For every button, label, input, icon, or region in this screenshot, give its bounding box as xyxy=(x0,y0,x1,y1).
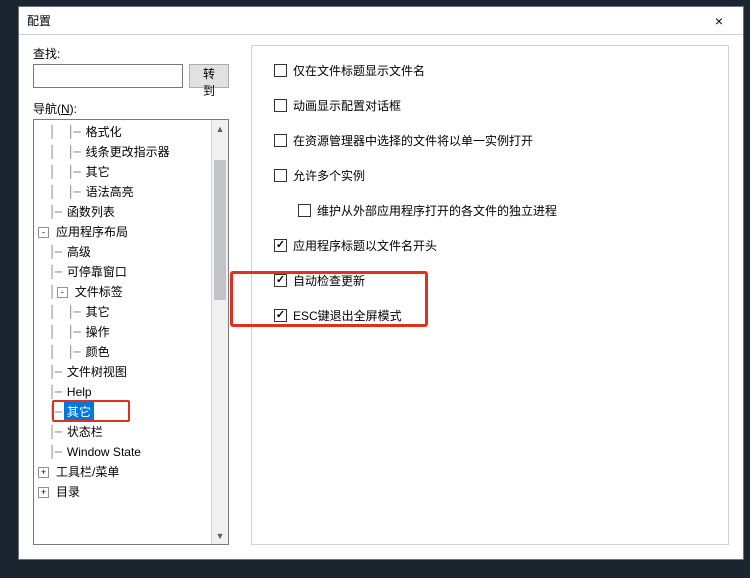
scrollbar[interactable]: ▲ ▼ xyxy=(211,120,228,544)
option-label: 在资源管理器中选择的文件将以单一实例打开 xyxy=(293,132,533,149)
tree-item-label: 高级 xyxy=(64,242,94,262)
tree-item-label: Help xyxy=(64,382,95,402)
dialog-body: 查找: 转到 导航(N): │ │─格式化 │ │─线条更改指示器 │ │─其它… xyxy=(19,35,743,559)
tree-item-label: 函数列表 xyxy=(64,202,118,222)
option-row: ESC键退出全屏模式 xyxy=(274,307,706,324)
option-row: 动画显示配置对话框 xyxy=(274,97,706,114)
tree-item[interactable]: + 目录 xyxy=(34,482,211,502)
tree-view: │ │─格式化 │ │─线条更改指示器 │ │─其它 │ │─语法高亮 │─函数… xyxy=(33,119,229,545)
tree-item-label: 目录 xyxy=(53,482,83,502)
tree-item[interactable]: │-文件标签 xyxy=(34,282,211,302)
tree-item-label: 格式化 xyxy=(83,122,125,142)
tree-item[interactable]: │─Window State xyxy=(34,442,211,462)
option-label: 维护从外部应用程序打开的各文件的独立进程 xyxy=(317,202,557,219)
checkbox[interactable] xyxy=(274,309,287,322)
titlebar: 配置 × xyxy=(19,7,743,35)
scroll-up-icon[interactable]: ▲ xyxy=(212,120,228,137)
tree-item[interactable]: │ │─格式化 xyxy=(34,122,211,142)
tree-item[interactable]: │ │─其它 xyxy=(34,302,211,322)
tree-item-label: 文件树视图 xyxy=(64,362,130,382)
search-input[interactable] xyxy=(33,64,183,88)
option-row: 允许多个实例 xyxy=(274,167,706,184)
checkbox[interactable] xyxy=(274,239,287,252)
goto-button[interactable]: 转到 xyxy=(189,64,229,88)
checkbox[interactable] xyxy=(274,99,287,112)
tree-item-label: Window State xyxy=(64,442,144,462)
tree-item[interactable]: │─可停靠窗口 xyxy=(34,262,211,282)
find-row: 查找: 转到 xyxy=(33,45,229,88)
tree-item[interactable]: │─Help xyxy=(34,382,211,402)
left-panel: 查找: 转到 导航(N): │ │─格式化 │ │─线条更改指示器 │ │─其它… xyxy=(33,45,229,545)
tree-item[interactable]: │─高级 xyxy=(34,242,211,262)
tree-item[interactable]: + 工具栏/菜单 xyxy=(34,462,211,482)
tree-item[interactable]: │ │─其它 xyxy=(34,162,211,182)
option-label: 允许多个实例 xyxy=(293,167,365,184)
tree-item-label: 文件标签 xyxy=(72,282,126,302)
option-row: 仅在文件标题显示文件名 xyxy=(274,62,706,79)
collapse-icon[interactable]: - xyxy=(38,227,49,238)
tree-item-label: 状态栏 xyxy=(64,422,106,442)
tree-item-label: 其它 xyxy=(83,302,113,322)
scroll-thumb[interactable] xyxy=(214,160,226,300)
tree-item-label: 颜色 xyxy=(83,342,113,362)
tree-item-label: 应用程序布局 xyxy=(53,222,131,242)
tree-item-label: 语法高亮 xyxy=(83,182,137,202)
expand-icon[interactable]: + xyxy=(38,487,49,498)
tree-item[interactable]: -应用程序布局 xyxy=(34,222,211,242)
option-label: ESC键退出全屏模式 xyxy=(293,307,402,324)
checkbox[interactable] xyxy=(274,64,287,77)
option-label: 仅在文件标题显示文件名 xyxy=(293,62,425,79)
close-icon[interactable]: × xyxy=(703,9,735,33)
tree-item-label: 其它 xyxy=(83,162,113,182)
checkbox[interactable] xyxy=(274,274,287,287)
option-label: 动画显示配置对话框 xyxy=(293,97,401,114)
find-label: 查找: xyxy=(33,45,183,62)
tree-item-label: 其它 xyxy=(64,402,94,422)
collapse-icon[interactable]: - xyxy=(57,287,68,298)
tree-item-label: 操作 xyxy=(83,322,113,342)
expand-icon[interactable]: + xyxy=(38,467,49,478)
tree-item[interactable]: │ │─操作 xyxy=(34,322,211,342)
options-panel: 仅在文件标题显示文件名动画显示配置对话框在资源管理器中选择的文件将以单一实例打开… xyxy=(251,45,729,545)
tree-item[interactable]: │ │─线条更改指示器 xyxy=(34,142,211,162)
config-dialog: 配置 × 查找: 转到 导航(N): │ │─格式化 │ │─线条更改指示器 │… xyxy=(18,6,744,560)
tree-item[interactable]: │─函数列表 xyxy=(34,202,211,222)
tree-item-label: 线条更改指示器 xyxy=(83,142,173,162)
checkbox[interactable] xyxy=(274,134,287,147)
tree-item-label: 可停靠窗口 xyxy=(64,262,130,282)
checkbox[interactable] xyxy=(274,169,287,182)
option-row: 在资源管理器中选择的文件将以单一实例打开 xyxy=(274,132,706,149)
dialog-title: 配置 xyxy=(27,12,703,29)
scroll-down-icon[interactable]: ▼ xyxy=(212,527,228,544)
tree-item-label: 工具栏/菜单 xyxy=(53,462,122,482)
option-label: 应用程序标题以文件名开头 xyxy=(293,237,437,254)
tree-item[interactable]: │ │─语法高亮 xyxy=(34,182,211,202)
tree-item[interactable]: │─文件树视图 xyxy=(34,362,211,382)
tree-item[interactable]: │─其它 xyxy=(34,402,211,422)
tree-item[interactable]: │─状态栏 xyxy=(34,422,211,442)
tree-item[interactable]: │ │─颜色 xyxy=(34,342,211,362)
checkbox[interactable] xyxy=(298,204,311,217)
option-row: 维护从外部应用程序打开的各文件的独立进程 xyxy=(298,202,706,219)
option-row: 自动检查更新 xyxy=(274,272,706,289)
option-label: 自动检查更新 xyxy=(293,272,365,289)
option-row: 应用程序标题以文件名开头 xyxy=(274,237,706,254)
nav-label: 导航(N): xyxy=(33,100,229,117)
